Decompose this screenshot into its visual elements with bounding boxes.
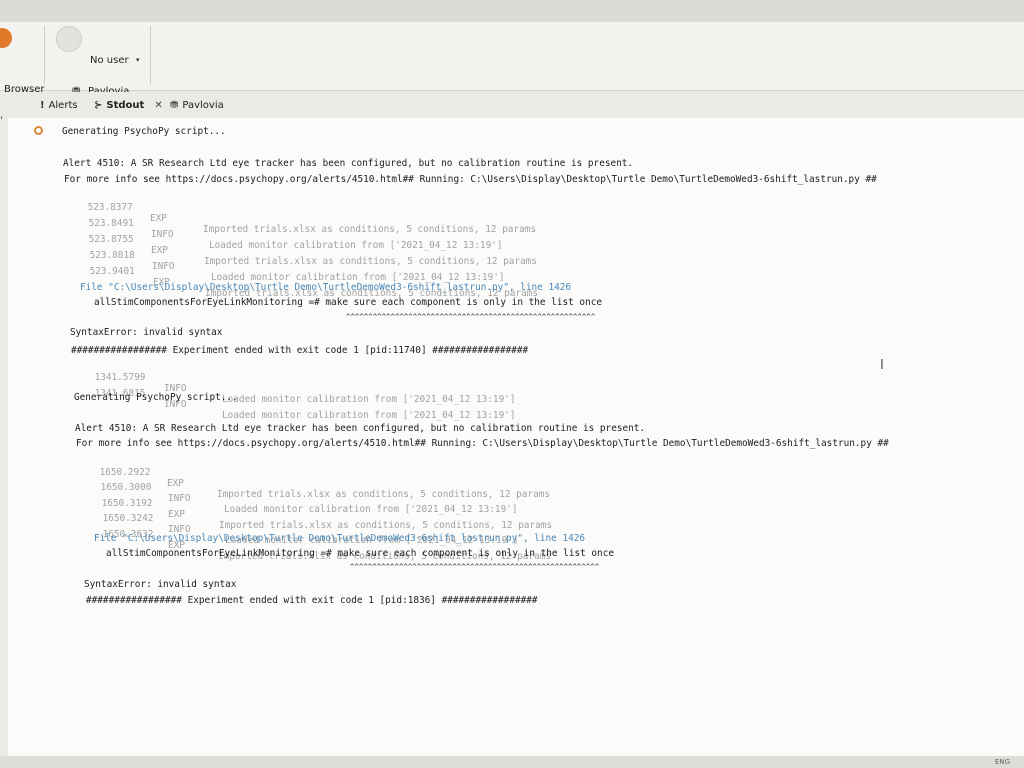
tab-pavlovia-label: Pavlovia — [182, 99, 224, 111]
user-label[interactable]: No user — [90, 55, 129, 66]
traceback-file-link[interactable]: File "C:\Users\Display\Desktop\Turtle De… — [94, 533, 585, 544]
window-top-strip — [0, 0, 1024, 22]
console-line: Alert 4510: A SR Research Ltd eye tracke… — [75, 423, 646, 434]
toolbar-ribbon: Browser No user ▾ ⛃ Pavlovia — [0, 22, 1024, 97]
log-message: Loaded monitor calibration from ['2021_0… — [222, 410, 516, 421]
text-cursor-icon: I — [880, 358, 884, 373]
traceback-code: allStimComponentsForEyeLinkMonitoring =#… — [94, 297, 602, 308]
chevron-down-icon[interactable]: ▾ — [136, 56, 140, 64]
user-avatar[interactable] — [56, 26, 82, 52]
console-line: For more info see https://docs.psychopy.… — [64, 174, 877, 185]
browser-icon[interactable] — [0, 28, 12, 48]
tab-alerts-label: Alerts — [48, 99, 78, 111]
close-icon[interactable]: ✕ — [154, 100, 162, 111]
tab-pavlovia[interactable]: ⛃ Pavlovia — [170, 96, 224, 114]
console-line: Generating PsychoPy script... — [74, 392, 238, 403]
console-line: For more info see https://docs.psychopy.… — [76, 438, 889, 449]
exit-line: ################# Experiment ended with … — [71, 345, 529, 356]
traceback-code: allStimComponentsForEyeLinkMonitoring =#… — [106, 548, 614, 559]
stdout-console[interactable]: Generating PsychoPy script... Alert 4510… — [8, 118, 1024, 768]
error-line: SyntaxError: invalid syntax — [70, 327, 223, 338]
output-tabbar: ! Alerts ⊱ Stdout ✕ ⛃ Pavlovia — [0, 92, 1024, 116]
toolbar-separator — [44, 26, 45, 84]
taskbar — [0, 756, 1024, 768]
exit-line: ################# Experiment ended with … — [86, 595, 538, 606]
exclamation-icon: ! — [40, 99, 45, 111]
traceback-caret: ^^^^^^^^^^^^^^^^^^^^^^^^^^^^^^^^^^^^^^^^… — [346, 312, 596, 321]
traceback-file-link[interactable]: File "C:\Users\Display\Desktop\Turtle De… — [80, 282, 571, 293]
log-time: 523.9401 — [89, 266, 135, 277]
toolbar-separator — [150, 26, 151, 84]
console-line: Generating PsychoPy script... — [62, 126, 226, 137]
pavlovia-icon: ⛃ — [170, 99, 179, 111]
terminal-icon: ⊱ — [94, 99, 103, 111]
traceback-caret: ^^^^^^^^^^^^^^^^^^^^^^^^^^^^^^^^^^^^^^^^… — [350, 562, 600, 571]
running-status-icon — [34, 126, 43, 135]
error-line: SyntaxError: invalid syntax — [84, 579, 237, 590]
tab-alerts[interactable]: ! Alerts — [40, 96, 78, 114]
console-line: Alert 4510: A SR Research Ltd eye tracke… — [63, 158, 634, 169]
tab-stdout-label: Stdout — [106, 99, 145, 111]
language-indicator[interactable]: ENG — [995, 758, 1010, 766]
tab-stdout[interactable]: ⊱ Stdout ✕ — [94, 96, 163, 114]
